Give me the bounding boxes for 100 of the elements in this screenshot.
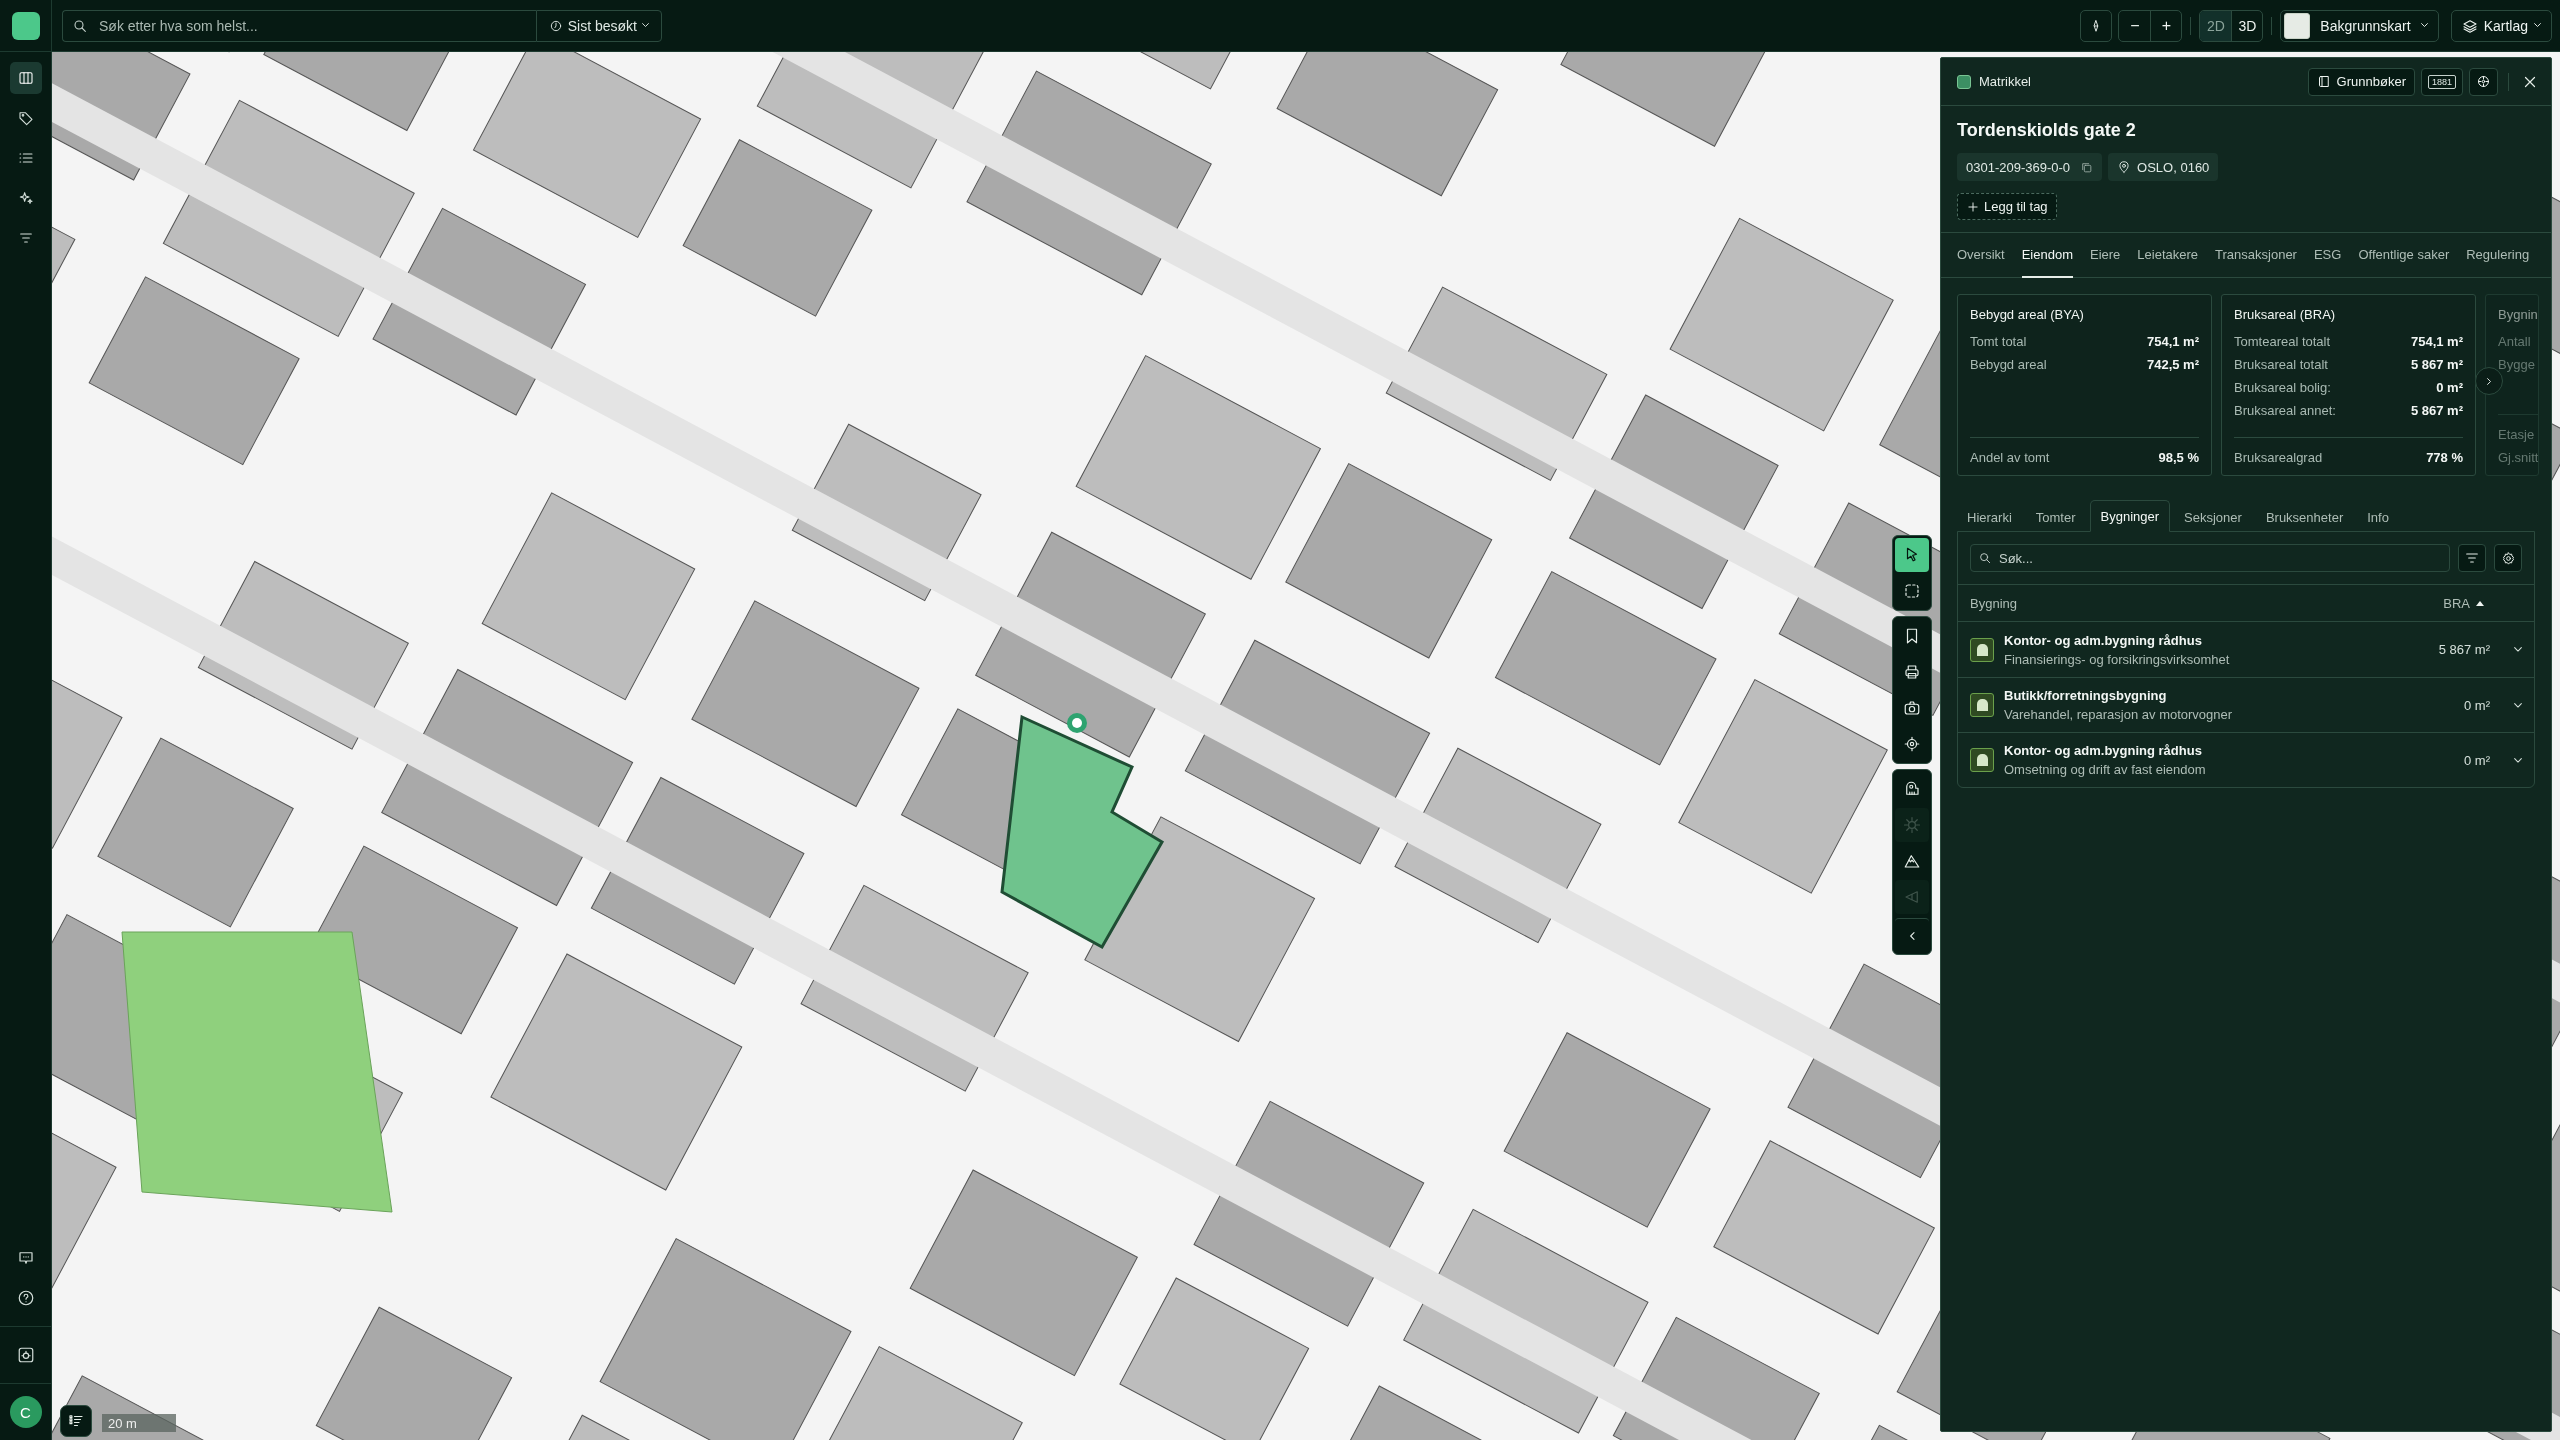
stat-label: Bruksarealgrad — [2234, 450, 2323, 465]
card-title: Bebygd areal (BYA) — [1970, 307, 2085, 322]
map-pin-icon[interactable] — [1066, 712, 1088, 734]
view-mode-toggle[interactable]: 3D — [2231, 10, 2263, 41]
copy-button[interactable] — [2080, 160, 2094, 174]
clock-icon — [548, 18, 563, 33]
expand-button[interactable] — [2514, 647, 2522, 652]
map-pin-icon — [2117, 160, 2132, 174]
building-name: Butikk/forretningsbygning — [2004, 688, 2168, 703]
stat-value: 778 % — [2426, 450, 2463, 465]
stat-value: 5 867 m² — [2410, 357, 2463, 372]
section-tab[interactable]: Bygninger — [2089, 500, 2171, 532]
user-avatar[interactable]: C — [9, 1396, 42, 1428]
layers-icon — [2461, 17, 2478, 34]
legend-button[interactable] — [60, 1405, 92, 1437]
panel-tab[interactable]: Eiendom — [2021, 233, 2073, 278]
plus-icon — [1966, 199, 1980, 214]
basemap-dropdown[interactable]: Bakgrunnskart — [2280, 9, 2439, 42]
settings-icon — [2500, 550, 2516, 566]
tape-measure-icon — [1903, 780, 1921, 798]
search-field[interactable]: Søk etter hva som helst... — [62, 9, 536, 42]
building-search-field[interactable]: Søk... — [1970, 544, 2450, 572]
copy-icon — [2080, 160, 2094, 174]
grunnboker-button[interactable]: Grunnbøker — [2307, 67, 2415, 96]
help-icon — [16, 1289, 35, 1307]
building-icon — [1970, 693, 1994, 717]
panel-tab[interactable]: Transaksjoner — [2215, 233, 2297, 278]
stat-value: 5 867 m² — [2410, 403, 2463, 418]
stat-label: Etasje — [2498, 427, 2535, 442]
filter-button[interactable] — [2458, 544, 2486, 572]
stat-value: 0 m² — [2436, 380, 2463, 395]
locate-button[interactable] — [2469, 67, 2498, 96]
building-category: Omsetning og drift av fast eiendom — [2004, 762, 2207, 777]
printer-icon — [1903, 663, 1921, 681]
card-title: Bygnin — [2498, 307, 2538, 322]
stat-label: Bruksareal annet: — [2234, 403, 2336, 418]
caret-icon — [2514, 702, 2522, 708]
panel-tab[interactable]: Leietakere — [2137, 233, 2199, 278]
stat-label: Bruksareal bolig: — [2234, 380, 2331, 395]
directory-button[interactable]: 1881 — [2420, 67, 2463, 96]
add-tag-button[interactable]: Legg til tag — [1957, 193, 2057, 220]
sun-icon — [1903, 816, 1921, 834]
book-icon — [2316, 74, 2332, 89]
view-mode-toggle[interactable]: 2D — [2200, 10, 2232, 41]
zoom-in-button[interactable]: + — [2150, 10, 2182, 41]
app-logo[interactable] — [11, 11, 40, 40]
layers-dropdown[interactable]: Kartlag — [2450, 9, 2552, 42]
panel-tab[interactable]: ESG — [2313, 233, 2342, 278]
tag-icon — [17, 110, 34, 126]
view-cone-icon — [1903, 888, 1921, 906]
camera-icon — [1903, 699, 1921, 717]
sparkle-icon — [17, 190, 34, 206]
search-icon — [72, 17, 88, 34]
compass-button[interactable] — [2080, 9, 2113, 42]
sort-filter-icon — [2464, 550, 2480, 566]
panel-tab[interactable]: Offentlige saker — [2358, 233, 2450, 278]
building-icon — [1970, 748, 1994, 772]
building-category: Finansierings- og forsikringsvirksomhet — [2004, 651, 2231, 667]
list-icon — [17, 150, 34, 166]
map-icon — [17, 70, 34, 86]
panel-tab[interactable]: Regulering — [2466, 233, 2530, 278]
stat-label: Gj.snitt — [2498, 450, 2538, 465]
section-tab[interactable]: Bruksenheter — [2255, 503, 2354, 531]
stat-label: Bebygd areal — [1970, 357, 2047, 372]
building-area: 0 m² — [2464, 752, 2490, 768]
panel-source: Matrikkel — [1979, 74, 2031, 89]
section-tab[interactable]: Hierarki — [1957, 503, 2022, 531]
scale-bar: 20 m — [102, 1414, 176, 1432]
building-name: Kontor- og adm.bygning rådhus — [2004, 632, 2203, 648]
settings-button[interactable] — [2494, 544, 2522, 572]
panel-tab[interactable]: Eiere — [2090, 233, 2121, 278]
property-title: Tordenskiolds gate 2 — [1957, 120, 2137, 141]
expand-button[interactable] — [2514, 702, 2522, 708]
column-header[interactable]: BRA — [2443, 595, 2484, 611]
stat-label: Andel av tomt — [1970, 450, 2050, 465]
stat-value: 754,1 m² — [2146, 334, 2199, 349]
mountain-icon — [1903, 852, 1921, 870]
search-icon — [1978, 551, 1992, 565]
map-nav-button[interactable] — [9, 62, 42, 94]
section-tab[interactable]: Tomter — [2025, 503, 2086, 531]
panel-tab[interactable]: Oversikt — [1957, 233, 2005, 278]
target-icon — [1903, 735, 1921, 753]
caret-icon — [2534, 23, 2541, 28]
section-tab[interactable]: Info — [2357, 503, 2399, 531]
caret-icon — [2514, 647, 2522, 652]
map-thumbnail — [2284, 12, 2311, 39]
filter-icon — [17, 230, 34, 246]
stat-label: Bygge — [2498, 357, 2535, 372]
location-text: OSLO, 0160 — [2137, 159, 2210, 175]
chat-icon — [16, 1249, 35, 1267]
zoom-out-button[interactable]: − — [2119, 10, 2151, 41]
column-header[interactable]: Bygning — [1970, 595, 2444, 611]
building-area: 5 867 m² — [2438, 642, 2490, 657]
recent-dropdown[interactable]: Sist besøkt — [535, 9, 662, 42]
stat-label: Tomteareal totalt — [2234, 334, 2331, 349]
caret-icon — [2420, 23, 2428, 28]
stat-label: Bruksareal totalt — [2234, 357, 2328, 372]
section-tab[interactable]: Seksjoner — [2174, 503, 2252, 531]
expand-button[interactable] — [2514, 757, 2522, 763]
pointer-tool-button[interactable] — [1895, 538, 1929, 572]
